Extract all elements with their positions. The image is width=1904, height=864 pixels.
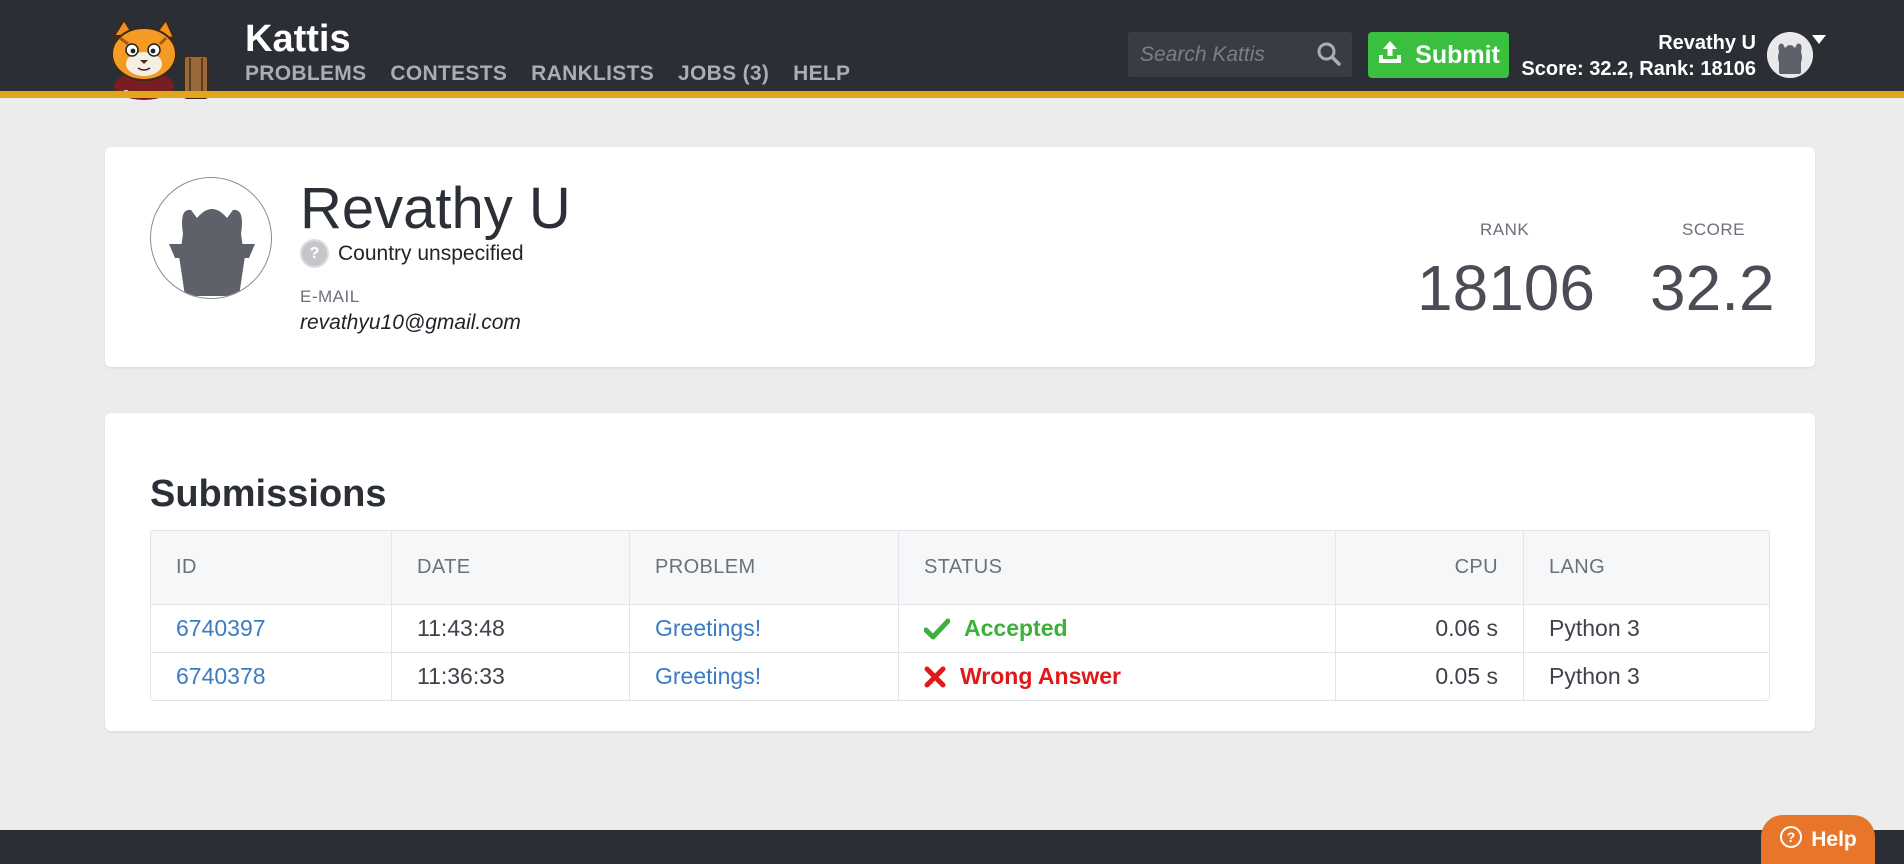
nav-help[interactable]: HELP [793,62,850,86]
question-icon: ? [300,239,329,268]
submission-status: Wrong Answer [898,653,1335,700]
table-row: 6740378 11:36:33 Greetings! Wrong Answer… [151,652,1769,700]
table-row: 6740397 11:43:48 Greetings! Accepted 0.0… [151,604,1769,652]
nav-problems[interactable]: PROBLEMS [245,62,366,86]
submission-lang: Python 3 [1523,653,1769,700]
search-icon[interactable] [1316,41,1342,72]
problem-link[interactable]: Greetings! [655,615,761,642]
top-navbar: Kattis PROBLEMS CONTESTS RANKLISTS JOBS … [0,0,1904,100]
submission-date: 11:36:33 [391,653,629,700]
col-cpu: CPU [1335,531,1523,604]
nav-contests[interactable]: CONTESTS [390,62,507,86]
search-input[interactable] [1140,42,1310,67]
user-avatar[interactable] [1767,32,1813,78]
submissions-heading: Submissions [150,473,387,515]
brand-title[interactable]: Kattis [245,18,351,61]
profile-country: ? Country unspecified [300,239,524,268]
main-nav: PROBLEMS CONTESTS RANKLISTS JOBS (3) HEL… [245,62,850,86]
score-label: SCORE [1682,220,1745,239]
submission-id-link[interactable]: 6740397 [176,615,266,642]
rank-label: RANK [1480,220,1530,239]
submission-date: 11:43:48 [391,605,629,652]
email-label: E-MAIL [300,287,360,306]
accent-stripe [0,91,1904,98]
search-box [1128,32,1352,77]
submissions-card: Submissions ID DATE PROBLEM STATUS CPU L… [105,413,1815,731]
user-stats: Score: 32.2, Rank: 18106 [1521,58,1756,80]
submission-cpu: 0.06 s [1335,605,1523,652]
check-icon [924,618,950,640]
kattis-cat-logo[interactable] [104,18,228,100]
col-date: DATE [391,531,629,604]
help-label: Help [1811,827,1857,851]
col-problem: PROBLEM [629,531,898,604]
user-name: Revathy U [1658,32,1756,54]
user-summary[interactable]: Revathy U Score: 32.2, Rank: 18106 [1520,30,1756,82]
nav-jobs[interactable]: JOBS (3) [678,62,769,86]
col-status: STATUS [898,531,1335,604]
status-text: Wrong Answer [960,663,1122,689]
footer-bar [0,830,1904,864]
submit-label: Submit [1415,40,1500,69]
svg-text:?: ? [1787,829,1796,845]
submit-button[interactable]: Submit [1368,32,1509,78]
help-button[interactable]: ? Help [1761,815,1875,864]
submission-id-link[interactable]: 6740378 [176,663,266,690]
status-text: Accepted [964,615,1068,641]
submissions-table: ID DATE PROBLEM STATUS CPU LANG 6740397 … [150,530,1770,701]
help-icon: ? [1779,825,1803,855]
submission-cpu: 0.05 s [1335,653,1523,700]
profile-avatar [150,177,272,299]
upload-icon [1377,39,1403,72]
profile-name: Revathy U [300,176,571,241]
submission-lang: Python 3 [1523,605,1769,652]
col-lang: LANG [1523,531,1769,604]
score-value: 32.2 [1650,252,1775,324]
problem-link[interactable]: Greetings! [655,663,761,690]
table-header: ID DATE PROBLEM STATUS CPU LANG [151,531,1769,604]
submission-status: Accepted [898,605,1335,652]
email-value: revathyu10@gmail.com [300,311,521,334]
profile-card: Revathy U ? Country unspecified E-MAIL r… [105,147,1815,367]
cross-icon [924,666,946,688]
col-id: ID [176,556,197,578]
rank-value: 18106 [1417,252,1595,324]
nav-ranklists[interactable]: RANKLISTS [531,62,654,86]
caret-down-icon[interactable] [1811,33,1827,51]
country-label: Country unspecified [338,241,524,265]
